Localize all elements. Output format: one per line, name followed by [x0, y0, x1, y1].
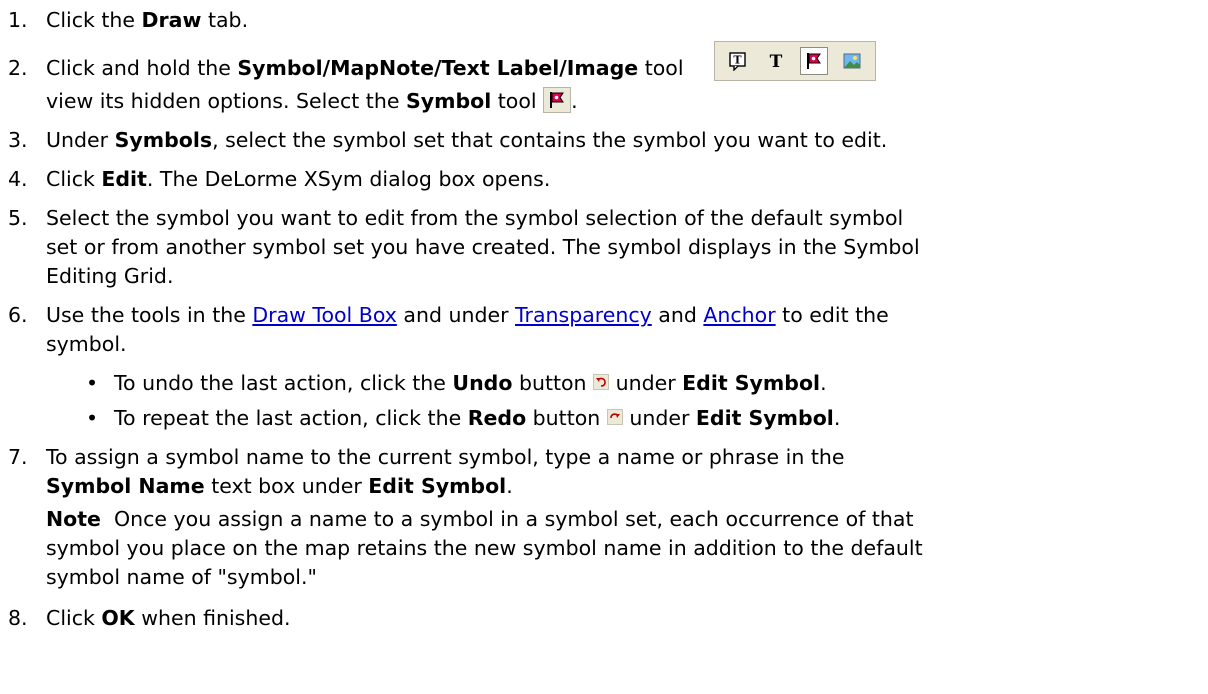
bullet-marker: •: [86, 406, 99, 430]
mapnote-icon: T: [724, 47, 752, 75]
ui-term-redo: Redo: [467, 406, 527, 430]
step-text: and under: [396, 303, 516, 327]
step-number: 4.: [8, 167, 28, 191]
step-text: Use the tools in the: [46, 303, 253, 327]
step-2-continued: view its hidden options. Select the Symb…: [8, 87, 1198, 116]
step-2: 2. Click and hold the Symbol/MapNote/Text…: [8, 54, 1198, 83]
ui-term-undo: Undo: [452, 371, 513, 395]
step-text: .: [833, 406, 841, 430]
step-text: To repeat the last action, click the: [114, 406, 468, 430]
step-3: 3. Under Symbols, select the symbol set t…: [8, 126, 1198, 155]
step-number: 6.: [8, 303, 28, 327]
ui-term-symbols: Symbols: [114, 128, 213, 152]
step-text: tool: [638, 56, 691, 80]
text-label-icon: T: [762, 47, 790, 75]
step-text: .: [506, 474, 513, 498]
step-7-line-2: Symbol Name text box under Edit Symbol.: [8, 472, 1198, 501]
note-text: symbol name of "symbol.": [46, 565, 317, 589]
ui-term-edit-symbol: Edit Symbol: [682, 371, 821, 395]
step-text: under: [622, 406, 696, 430]
svg-text:T: T: [770, 52, 783, 71]
step-5: 5. Select the symbol you want to edit fro…: [8, 204, 1198, 233]
step-text: To undo the last action, click the: [114, 371, 453, 395]
step-text: . The DeLorme XSym dialog box opens.: [146, 167, 551, 191]
step-text: under: [609, 371, 683, 395]
step-text: .: [571, 89, 578, 113]
step-7-note-line-3: symbol name of "symbol.": [8, 563, 1198, 592]
step-number: 7.: [8, 445, 28, 469]
symbol-tool-toolbar: T T: [714, 41, 876, 81]
step-number: 5.: [8, 206, 28, 230]
ui-term-ok: OK: [101, 606, 135, 630]
image-icon: [838, 47, 866, 75]
ui-term-symbol: Symbol: [405, 89, 492, 113]
note-text: Once you assign a name to a symbol in a …: [100, 507, 914, 531]
step-5-line-2: set or from another symbol set you have …: [8, 233, 1198, 262]
ui-term-edit: Edit: [101, 167, 147, 191]
step-text: text box under: [204, 474, 369, 498]
step-text: and: [651, 303, 704, 327]
step-number: 2.: [8, 56, 28, 80]
note-text: symbol you place on the map retains the …: [46, 536, 923, 560]
bullet-undo: • To undo the last action, click the Undo…: [86, 369, 827, 398]
step-number: 1.: [8, 8, 28, 32]
step-text: button: [526, 406, 607, 430]
undo-icon: [593, 374, 610, 390]
step-6-line-2: symbol.: [8, 330, 1198, 359]
step-7-note-line-2: symbol you place on the map retains the …: [8, 534, 1198, 563]
ui-term-edit-symbol: Edit Symbol: [368, 474, 507, 498]
ui-term-symbol-tool: Symbol/MapNote/Text Label/Image: [237, 56, 639, 80]
step-text: tool: [491, 89, 544, 113]
ui-term-edit-symbol: Edit Symbol: [695, 406, 834, 430]
ui-term-symbol-name: Symbol Name: [46, 474, 205, 498]
step-text: To assign a symbol name to the current s…: [46, 445, 845, 469]
redo-icon: [606, 409, 623, 425]
transparency-link[interactable]: Transparency: [515, 303, 652, 327]
step-7-note-line-1: Note Once you assign a name to a symbol …: [8, 505, 1198, 534]
step-5-line-3: Editing Grid.: [8, 262, 1198, 291]
step-7: 7. To assign a symbol name to the current…: [8, 443, 1198, 472]
step-text: .: [820, 371, 827, 395]
step-text: Click the: [46, 8, 142, 32]
svg-text:T: T: [733, 54, 742, 67]
bullet-redo: • To repeat the last action, click the Re…: [86, 404, 840, 433]
step-6: 6. Use the tools in the Draw Tool Box and…: [8, 301, 1198, 330]
step-text: Select the symbol you want to edit from …: [46, 206, 904, 230]
step-text: Under: [46, 128, 115, 152]
step-text: Click: [46, 167, 102, 191]
step-number: 3.: [8, 128, 28, 152]
step-text: symbol.: [46, 332, 127, 356]
step-text: to edit the: [775, 303, 889, 327]
ui-term-draw: Draw: [141, 8, 202, 32]
step-text: tab.: [201, 8, 249, 32]
anchor-link[interactable]: Anchor: [703, 303, 775, 327]
step-text: when finished.: [134, 606, 291, 630]
step-4: 4. Click Edit. The DeLorme XSym dialog bo…: [8, 165, 1198, 194]
step-1: 1. Click the Draw tab.: [8, 6, 1198, 35]
step-text: button: [512, 371, 594, 395]
step-text: Click and hold the: [46, 56, 238, 80]
step-8: 8. Click OK when finished.: [8, 604, 1198, 633]
step-text: view its hidden options. Select the: [46, 89, 406, 113]
note-label: Note: [46, 507, 101, 531]
symbol-flag-icon: [543, 87, 572, 113]
step-text: , select the symbol set that contains th…: [212, 128, 888, 152]
step-number: 8.: [8, 606, 28, 630]
step-text: set or from another symbol set you have …: [46, 235, 920, 259]
symbol-flag-icon: [800, 47, 828, 75]
step-text: Click: [46, 606, 102, 630]
draw-tool-box-link[interactable]: Draw Tool Box: [252, 303, 397, 327]
bullet-marker: •: [86, 371, 99, 395]
step-text: Editing Grid.: [46, 264, 174, 288]
